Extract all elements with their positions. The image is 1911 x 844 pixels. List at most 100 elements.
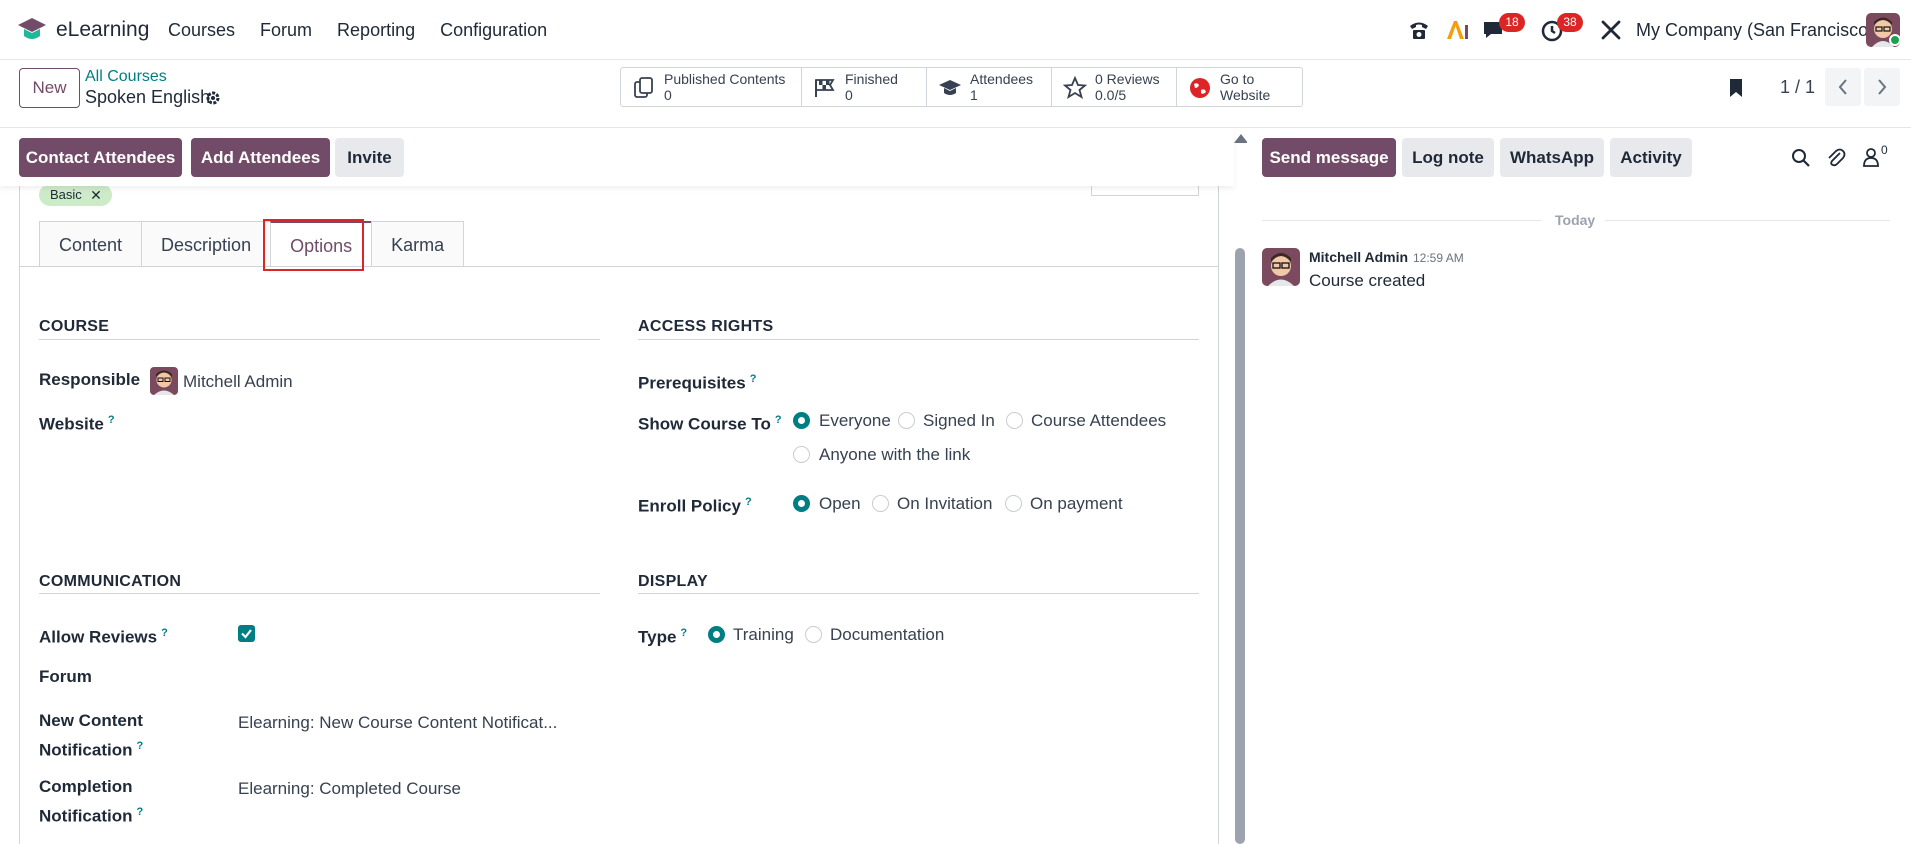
docs-icon [634, 77, 653, 98]
menu-reporting[interactable]: Reporting [337, 20, 415, 41]
options-tab-highlight [263, 219, 364, 271]
tab-content[interactable]: Content [39, 221, 143, 267]
add-attendees-button[interactable]: Add Attendees [191, 138, 330, 177]
scroll-up-arrow-icon[interactable] [1234, 134, 1248, 143]
breadcrumb-all-courses[interactable]: All Courses [85, 68, 167, 86]
activities-badge: 38 [1557, 13, 1583, 32]
menu-forum[interactable]: Forum [260, 20, 312, 41]
help-icon[interactable]: ? [745, 496, 752, 508]
activity-button[interactable]: Activity [1610, 138, 1692, 177]
control-panel: New All Courses Spoken English Published… [0, 60, 1911, 128]
radio-everyone-label[interactable]: Everyone [819, 411, 891, 431]
radio-training-label[interactable]: Training [733, 625, 794, 645]
completion-notification-label-line1: Completion [39, 777, 133, 796]
radio-anyone-with-link-label[interactable]: Anyone with the link [819, 445, 970, 465]
contact-attendees-button[interactable]: Contact Attendees [19, 138, 182, 177]
phone-icon[interactable] [1406, 17, 1432, 43]
smart-button-go-to-website[interactable]: Go to Website [1177, 68, 1302, 106]
display-section-line [638, 593, 1199, 594]
elearning-logo-icon[interactable] [16, 14, 48, 46]
help-icon[interactable]: ? [775, 414, 782, 426]
flag-icon [815, 79, 835, 97]
enroll-policy-label: Enroll Policy? [638, 496, 752, 516]
forum-label: Forum [39, 667, 92, 686]
radio-open[interactable] [793, 495, 810, 512]
tab-karma[interactable]: Karma [371, 221, 465, 267]
responsible-value[interactable]: Mitchell Admin [183, 372, 293, 392]
whatsapp-button[interactable]: WhatsApp [1500, 138, 1604, 177]
radio-documentation-label[interactable]: Documentation [830, 625, 944, 645]
date-separator: Today [1555, 212, 1596, 228]
log-note-button[interactable]: Log note [1402, 138, 1494, 177]
tabs-divider [20, 266, 1218, 267]
allow-reviews-checkbox[interactable] [238, 625, 255, 642]
bookmark-icon[interactable] [1728, 78, 1744, 98]
paperclip-icon[interactable] [1826, 147, 1846, 169]
menu-configuration[interactable]: Configuration [440, 20, 547, 41]
radio-training[interactable] [708, 626, 725, 643]
menu-courses[interactable]: Courses [168, 20, 235, 41]
smart-button-attendees[interactable]: Attendees 1 [927, 68, 1052, 106]
radio-on-invitation-label[interactable]: On Invitation [897, 494, 992, 514]
radio-open-label[interactable]: Open [819, 494, 861, 514]
radio-anyone-with-link[interactable] [793, 446, 810, 463]
new-content-notification-value[interactable]: Elearning: New Course Content Notificat.… [238, 713, 557, 733]
main-menu: Courses Forum Reporting Configuration [168, 20, 547, 41]
allow-reviews-label: Allow Reviews? [39, 627, 168, 647]
invite-button[interactable]: Invite [335, 138, 404, 177]
radio-course-attendees-label[interactable]: Course Attendees [1031, 411, 1166, 431]
chevron-left-icon [1838, 79, 1847, 95]
help-icon[interactable]: ? [750, 373, 757, 385]
messages-badge: 18 [1499, 13, 1525, 32]
followers-count: 0 [1881, 143, 1888, 157]
company-switcher[interactable]: My Company (San Francisco) [1636, 20, 1874, 41]
message-author-avatar[interactable] [1262, 248, 1300, 286]
radio-on-payment[interactable] [1005, 495, 1022, 512]
message-body: Course created [1309, 271, 1426, 290]
radio-documentation[interactable] [805, 626, 822, 643]
radio-signed-in-label[interactable]: Signed In [923, 411, 995, 431]
completion-notification-value[interactable]: Elearning: Completed Course [238, 779, 461, 799]
message-author[interactable]: Mitchell Admin [1309, 249, 1408, 265]
help-icon[interactable]: ? [680, 627, 687, 639]
help-icon[interactable]: ? [161, 627, 168, 639]
responsible-avatar [150, 367, 178, 395]
form-scrollbar-thumb[interactable] [1235, 248, 1245, 844]
display-section-title: DISPLAY [638, 573, 708, 590]
record-title: Spoken English [85, 87, 211, 107]
radio-signed-in[interactable] [898, 412, 915, 429]
ai-icon[interactable] [1444, 17, 1470, 43]
new-button[interactable]: New [19, 68, 80, 108]
course-section-title: COURSE [39, 318, 110, 335]
smart-button-published-contents[interactable]: Published Contents 0 [621, 68, 802, 106]
radio-on-payment-label[interactable]: On payment [1030, 494, 1123, 514]
pager-value[interactable]: 1 / 1 [1780, 77, 1815, 98]
tools-icon[interactable] [1598, 17, 1624, 43]
smart-button-reviews[interactable]: 0 Reviews 0.0/5 [1052, 68, 1177, 106]
help-icon[interactable]: ? [137, 806, 144, 818]
help-icon[interactable]: ? [108, 414, 115, 426]
partial-field-box [1091, 186, 1199, 196]
tab-description[interactable]: Description [141, 221, 272, 267]
show-course-to-label: Show Course To? [638, 414, 782, 434]
pager-next-button[interactable] [1864, 68, 1900, 106]
check-icon [241, 629, 252, 639]
radio-everyone[interactable] [793, 412, 810, 429]
send-message-button[interactable]: Send message [1262, 138, 1396, 177]
date-separator-line-right [1605, 220, 1890, 221]
radio-on-invitation[interactable] [872, 495, 889, 512]
help-icon[interactable]: ? [137, 740, 144, 752]
followers-icon[interactable] [1862, 147, 1880, 167]
online-status-dot [1889, 34, 1901, 46]
radio-course-attendees[interactable] [1006, 412, 1023, 429]
new-content-notification-label-line2: Notification? [39, 740, 144, 760]
pager-previous-button[interactable] [1825, 68, 1861, 106]
action-bar: Contact Attendees Add Attendees Invite [0, 128, 1234, 186]
gear-icon[interactable] [205, 90, 221, 106]
course-section-line [39, 339, 600, 340]
search-icon[interactable] [1791, 148, 1811, 168]
smart-button-finished[interactable]: Finished 0 [802, 68, 927, 106]
remove-tag-icon[interactable]: ✕ [90, 184, 102, 206]
app-name[interactable]: eLearning [56, 18, 149, 42]
tag-basic: Basic ✕ [39, 184, 112, 206]
